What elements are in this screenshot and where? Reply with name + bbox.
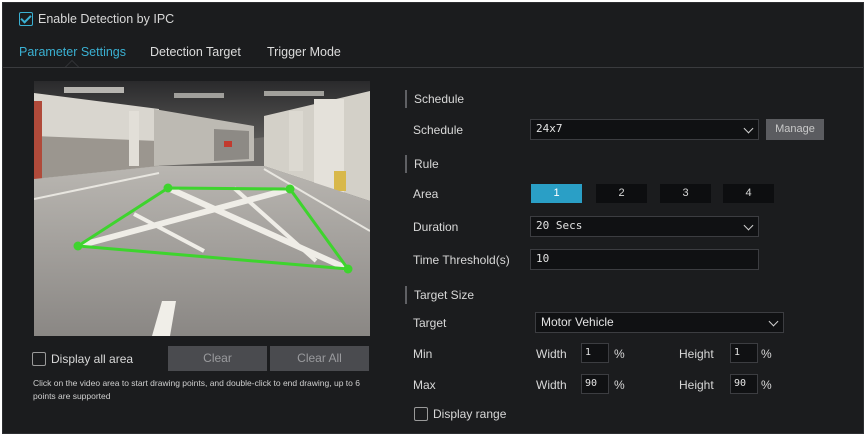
target-label: Target: [413, 316, 447, 330]
area-label: Area: [413, 187, 439, 201]
target-size-section-title: Target Size: [405, 286, 474, 304]
area-button-2[interactable]: 2: [596, 184, 647, 203]
schedule-label: Schedule: [413, 123, 464, 137]
enable-detection-checkbox[interactable]: [19, 12, 33, 26]
min-width-unit: %: [614, 347, 625, 361]
max-width-input[interactable]: 90: [581, 374, 609, 394]
video-preview[interactable]: [34, 81, 370, 336]
chevron-down-icon: [768, 316, 779, 327]
rule-section-title: Rule: [405, 155, 439, 173]
min-height-input[interactable]: 1: [730, 343, 758, 363]
min-height-unit: %: [761, 347, 772, 361]
tab-divider: [3, 67, 863, 68]
tab-parameter-settings[interactable]: Parameter Settings: [19, 45, 126, 59]
time-threshold-label: Time Threshold(s): [413, 253, 510, 267]
display-all-area-checkbox[interactable]: [32, 352, 46, 366]
min-height-label: Height: [679, 347, 714, 361]
min-label: Min: [413, 347, 433, 361]
clear-button[interactable]: Clear: [168, 346, 267, 371]
area-button-3[interactable]: 3: [660, 184, 711, 203]
tab-detection-target[interactable]: Detection Target: [150, 45, 241, 59]
duration-select[interactable]: 20 Secs: [530, 216, 759, 237]
enable-detection-label[interactable]: Enable Detection by IPC: [38, 12, 174, 26]
manage-button[interactable]: Manage: [766, 119, 824, 140]
min-width-input[interactable]: 1: [581, 343, 609, 363]
min-width-label: Width: [536, 347, 567, 361]
target-value: Motor Vehicle: [541, 315, 614, 329]
max-label: Max: [413, 378, 436, 392]
target-select[interactable]: Motor Vehicle: [535, 312, 784, 333]
chevron-down-icon: [743, 220, 754, 231]
display-range-label[interactable]: Display range: [433, 407, 506, 421]
area-button-1[interactable]: 1: [531, 184, 582, 203]
max-height-input[interactable]: 90: [730, 374, 758, 394]
drawing-hint-text: Click on the video area to start drawing…: [33, 378, 360, 401]
display-all-area-label[interactable]: Display all area: [51, 352, 133, 366]
time-threshold-input[interactable]: 10: [530, 249, 759, 270]
schedule-section-title: Schedule: [405, 90, 464, 108]
duration-label: Duration: [413, 220, 459, 234]
chevron-down-icon: [743, 123, 754, 134]
max-height-label: Height: [679, 378, 714, 392]
schedule-value: 24x7: [536, 122, 563, 135]
detection-settings-panel: Enable Detection by IPC Parameter Settin…: [2, 2, 864, 434]
duration-value: 20 Secs: [536, 219, 583, 232]
area-button-4[interactable]: 4: [723, 184, 774, 203]
max-width-label: Width: [536, 378, 567, 392]
active-tab-pointer: [65, 60, 79, 67]
clear-all-button[interactable]: Clear All: [270, 346, 369, 371]
display-range-checkbox[interactable]: [414, 407, 428, 421]
schedule-select[interactable]: 24x7: [530, 119, 759, 140]
max-height-unit: %: [761, 378, 772, 392]
tab-trigger-mode[interactable]: Trigger Mode: [267, 45, 341, 59]
max-width-unit: %: [614, 378, 625, 392]
